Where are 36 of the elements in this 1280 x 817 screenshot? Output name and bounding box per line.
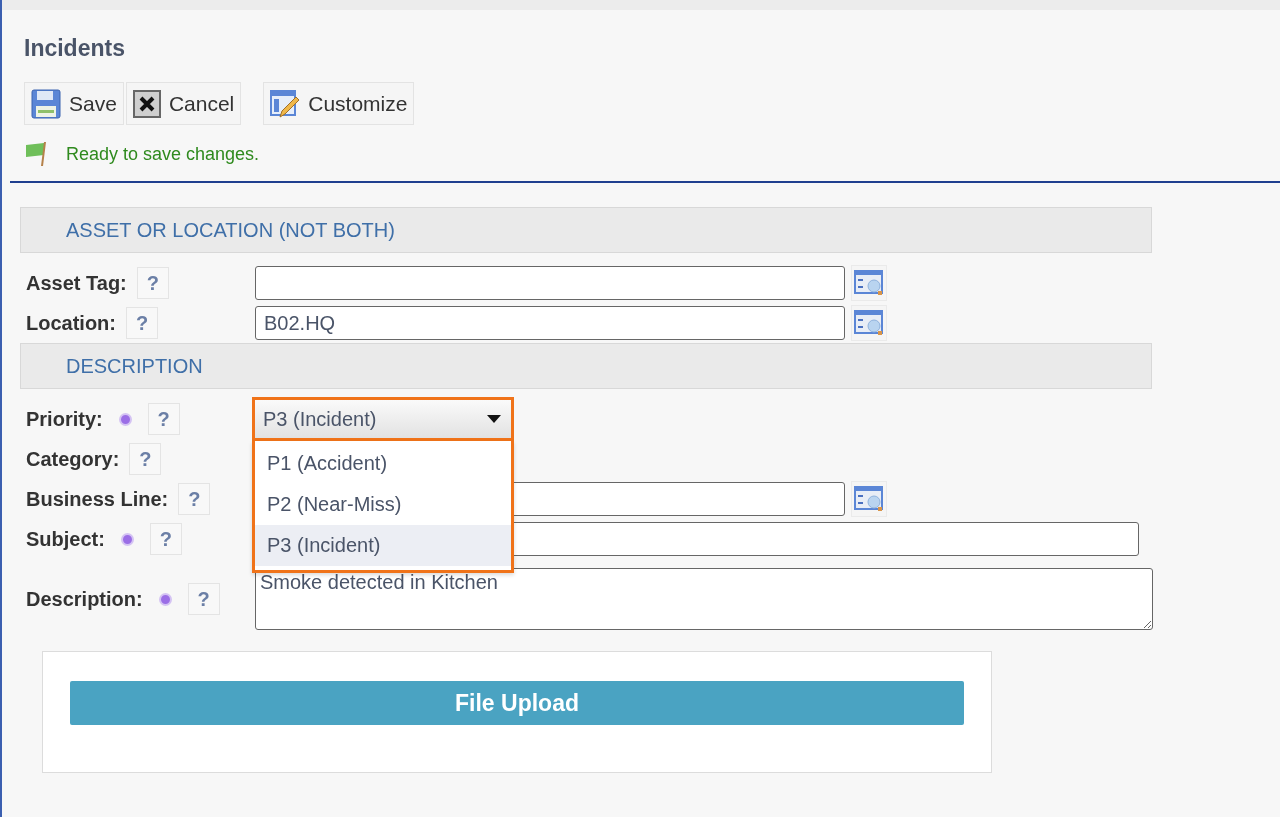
text-field[interactable]: B02.HQ [255,306,845,340]
status-message: Ready to save changes. [66,143,260,165]
lookup-icon [854,309,884,337]
help-button[interactable]: ? [136,267,169,299]
section-header: ASSET OR LOCATION (NOT BOTH) [20,207,1152,253]
field-label: Description: [26,587,143,611]
lookup-button[interactable] [851,265,887,301]
lookup-icon [854,269,884,297]
help-button[interactable]: ? [126,307,158,339]
dropdown-option[interactable]: P2 (Near-Miss) [255,484,511,525]
help-button[interactable]: ? [178,483,211,515]
save-button[interactable]: Save [24,82,124,125]
field-label: Asset Tag: [26,271,127,295]
page-title: Incidents [24,34,126,62]
help-button[interactable]: ? [147,403,180,435]
field-label: Category: [26,447,120,471]
help-button[interactable]: ? [149,523,182,555]
pencil-window-icon [270,88,301,119]
dropdown-option[interactable]: P1 (Accident) [255,443,511,484]
field-label: Subject: [26,527,105,551]
help-button[interactable]: ? [187,583,220,615]
caret-icon [487,415,501,423]
text-area[interactable]: Smoke detected in Kitchen [255,568,1153,630]
customize-button[interactable]: Customize [263,82,415,125]
text-field[interactable] [255,266,845,300]
help-button[interactable]: ? [129,443,162,475]
lookup-button[interactable] [851,305,887,341]
dropdown-option[interactable]: P3 (Incident) [255,525,511,566]
lookup-icon [854,485,884,513]
field-label: Business Line: [26,487,169,511]
field-label: Priority: [26,407,103,431]
close-icon [132,89,161,118]
lookup-button[interactable] [851,481,887,517]
cancel-button[interactable]: Cancel [125,82,242,125]
field-label: Location: [26,311,116,335]
section-header: DESCRIPTION [20,343,1152,389]
